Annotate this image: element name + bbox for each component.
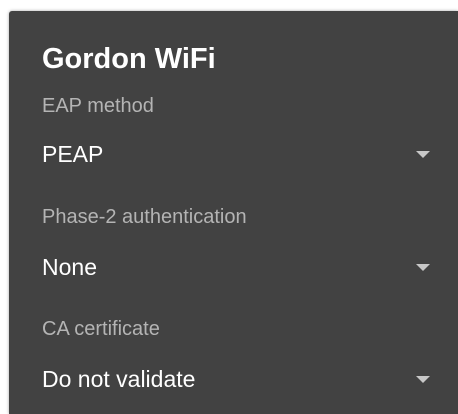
eap-method-label: EAP method xyxy=(42,95,154,117)
dropdown-arrow-icon xyxy=(416,151,430,158)
wifi-config-dialog: Gordon WiFi EAP method PEAP Phase-2 auth… xyxy=(9,11,458,414)
dropdown-arrow-icon xyxy=(416,376,430,383)
dropdown-arrow-icon xyxy=(416,264,430,271)
eap-method-value: PEAP xyxy=(42,141,104,167)
ca-certificate-value: Do not validate xyxy=(42,366,196,392)
screen: Gordon WiFi EAP method PEAP Phase-2 auth… xyxy=(0,0,458,414)
ca-certificate-label: CA certificate xyxy=(42,318,160,340)
dialog-title: Gordon WiFi xyxy=(42,43,216,75)
phase2-authentication-value: None xyxy=(42,254,97,280)
ca-certificate-dropdown[interactable]: Do not validate xyxy=(42,357,438,401)
eap-method-dropdown[interactable]: PEAP xyxy=(42,132,438,176)
phase2-authentication-dropdown[interactable]: None xyxy=(42,245,438,289)
phase2-authentication-label: Phase-2 authentication xyxy=(42,206,247,228)
